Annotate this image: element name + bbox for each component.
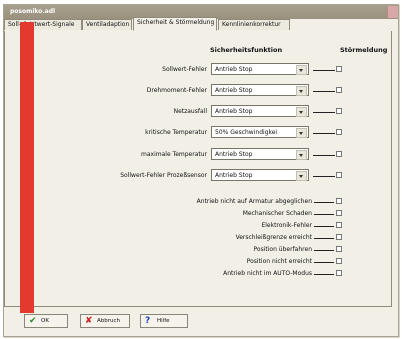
tab-soll-istwert-signale[interactable]: Soll- & Istwert-Signale: [4, 19, 82, 30]
row-label: maximale Temperatur: [141, 151, 207, 158]
select-value: 50% Geschwindigkei: [215, 129, 278, 136]
safety-function-select[interactable]: Antrieb Stop: [211, 63, 309, 75]
fault-checkbox[interactable]: [336, 258, 342, 264]
connector-line: [313, 176, 335, 177]
connector-line: [314, 214, 334, 215]
chevron-down-icon[interactable]: [296, 107, 307, 117]
help-button[interactable]: ? Hilfe: [140, 314, 188, 328]
tab-sicherheit-stoermeldung[interactable]: Sicherheit & Störmeldung: [133, 17, 217, 31]
safety-function-select[interactable]: Antrieb Stop: [211, 84, 309, 96]
chevron-down-icon[interactable]: [296, 128, 307, 138]
fault-checkbox[interactable]: [336, 108, 342, 114]
chevron-down-icon[interactable]: [296, 171, 307, 181]
chevron-down-icon[interactable]: [296, 65, 307, 75]
safety-function-select[interactable]: Antrieb Stop: [211, 105, 309, 117]
row-label: Mechanischer Schaden: [242, 210, 312, 217]
fault-checkbox[interactable]: [336, 222, 342, 228]
row-label: kritische Temperatur: [145, 129, 207, 136]
select-value: Antrieb Stop: [215, 66, 253, 73]
row-label: Sollwert-Fehler Prozeßsensor: [120, 172, 207, 179]
header-stoermeldung: Störmeldung: [340, 46, 388, 54]
select-value: Antrieb Stop: [215, 108, 253, 115]
header-sicherheitsfunktion: Sicherheitsfunktion: [210, 46, 283, 54]
connector-line: [313, 70, 335, 71]
tab-ventiladaption[interactable]: Ventiladaption: [82, 19, 132, 30]
connector-line: [313, 91, 335, 92]
select-value: Antrieb Stop: [215, 87, 253, 94]
fault-checkbox[interactable]: [336, 129, 342, 135]
fault-checkbox[interactable]: [336, 66, 342, 72]
status-bar-accent: [20, 22, 34, 313]
ok-button[interactable]: ✔ OK: [24, 314, 68, 328]
select-value: Antrieb Stop: [215, 172, 253, 179]
tab-strip: Soll- & Istwert-Signale Ventiladaption S…: [4, 17, 390, 32]
window-title: posomiko.adl: [10, 8, 56, 15]
row-label: Elektronik-Fehler: [261, 222, 312, 229]
connector-line: [313, 112, 335, 113]
fault-checkbox[interactable]: [336, 270, 342, 276]
safety-function-select[interactable]: Antrieb Stop: [211, 169, 309, 181]
row-label: Antrieb nicht im AUTO-Modus: [223, 270, 312, 277]
row-label: Antrieb nicht auf Armatur abgeglichen: [196, 198, 312, 205]
cancel-button-label: Abbruch: [97, 318, 121, 324]
question-icon: ?: [145, 316, 151, 326]
fault-checkbox[interactable]: [336, 234, 342, 240]
help-button-label: Hilfe: [157, 318, 170, 324]
connector-line: [314, 262, 334, 263]
fault-checkbox[interactable]: [336, 210, 342, 216]
safety-function-select[interactable]: Antrieb Stop: [211, 148, 309, 160]
fault-checkbox[interactable]: [336, 198, 342, 204]
connector-line: [314, 202, 334, 203]
connector-line: [313, 155, 335, 156]
fault-checkbox[interactable]: [336, 246, 342, 252]
fault-checkbox[interactable]: [336, 172, 342, 178]
connector-line: [314, 238, 334, 239]
check-icon: ✔: [29, 316, 37, 326]
tab-kennlinienkorrektur[interactable]: Kennlinienkorrektur: [218, 19, 290, 30]
fault-checkbox[interactable]: [336, 151, 342, 157]
row-label: Sollwert-Fehler: [162, 66, 207, 73]
row-label: Position überfahren: [253, 246, 312, 253]
row-label: Position nicht erreicht: [246, 258, 312, 265]
connector-line: [314, 250, 334, 251]
ok-button-label: OK: [41, 318, 49, 324]
chevron-down-icon[interactable]: [296, 86, 307, 96]
connector-line: [314, 274, 334, 275]
safety-function-select[interactable]: 50% Geschwindigkei: [211, 126, 309, 138]
cancel-button[interactable]: ✘ Abbruch: [80, 314, 130, 328]
row-label: Verschleißgrenze erreicht: [235, 234, 312, 241]
fault-checkbox[interactable]: [336, 87, 342, 93]
chevron-down-icon[interactable]: [296, 150, 307, 160]
row-label: Drehmoment-Fehler: [146, 87, 207, 94]
select-value: Antrieb Stop: [215, 151, 253, 158]
connector-line: [313, 133, 335, 134]
x-icon: ✘: [85, 316, 93, 326]
row-label: Netzausfall: [173, 108, 207, 115]
connector-line: [314, 226, 334, 227]
